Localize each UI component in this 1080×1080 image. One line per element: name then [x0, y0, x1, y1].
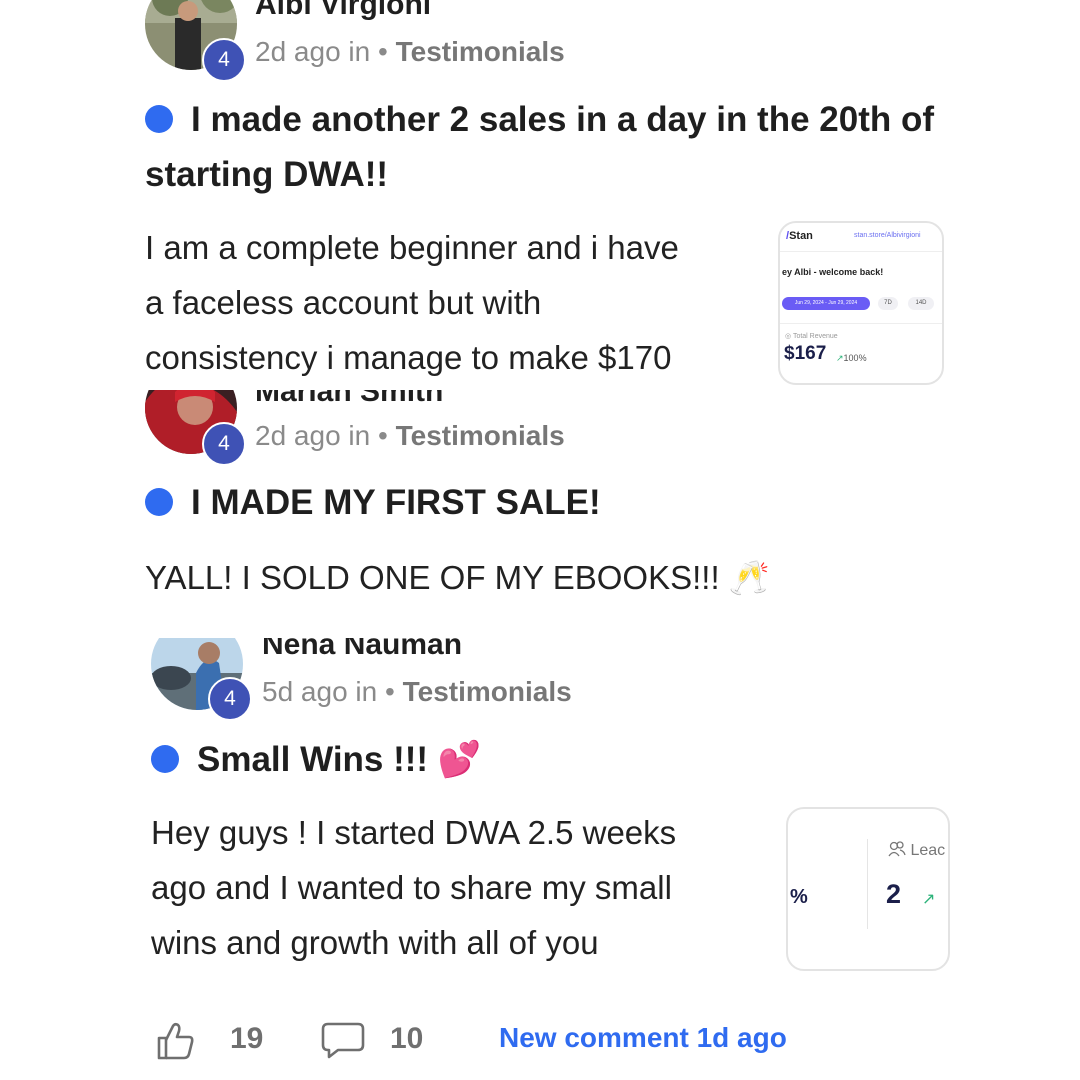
trend-up-icon: ↗ [922, 891, 936, 908]
welcome-text: ey Albi - welcome back! [782, 267, 884, 277]
meta-separator: • [378, 420, 388, 451]
post-time: 2d ago in [255, 36, 371, 67]
category-link[interactable]: Testimonials [396, 36, 565, 67]
level-badge: 4 [208, 677, 252, 721]
leads-value: 2 [886, 879, 902, 909]
post-meta: 2d ago in • Testimonials [255, 420, 565, 452]
author-name[interactable]: Nena Nauman [262, 638, 462, 662]
store-url: stan.store/Albivirgioni [854, 232, 921, 239]
unread-dot-icon [151, 744, 179, 773]
range-chip-14d: 14D [908, 297, 934, 310]
leads-label: Leac [888, 841, 945, 860]
post-card-1[interactable]: Albi Virgioni 4 2d ago in • Testimonials… [0, 0, 1080, 385]
revenue-label: ◎ Total Revenue [785, 333, 838, 340]
revenue-value: $167 [784, 343, 827, 364]
meta-separator: • [378, 36, 388, 67]
author-name[interactable]: Albi Virgioni [255, 0, 431, 22]
post-body: I am a complete beginner and i have a fa… [145, 229, 679, 376]
post-title[interactable]: I MADE MY FIRST SALE! [145, 475, 1005, 530]
comment-icon [321, 1022, 365, 1059]
meta-separator: • [385, 676, 395, 707]
comment-count: 10 [390, 1022, 424, 1055]
post-body: Hey guys ! I started DWA 2.5 weeks ago a… [151, 814, 677, 961]
post-title[interactable]: Small Wins !!! 💕 [151, 732, 1011, 787]
category-link[interactable]: Testimonials [403, 676, 572, 707]
post-actions-bar: 19 10 New comment 1d ago [0, 1010, 1080, 1070]
unread-dot-icon [145, 487, 173, 516]
post-meta: 5d ago in • Testimonials [262, 676, 572, 708]
author-name[interactable]: Mariah Smith [255, 390, 443, 409]
unread-dot-icon [145, 104, 173, 133]
thumbs-up-icon [157, 1022, 194, 1060]
post-image-thumbnail[interactable]: /Stan stan.store/Albivirgioni ey Albi - … [778, 221, 944, 385]
stan-logo-text: /Stan [786, 230, 813, 242]
post-image-thumbnail[interactable]: % Leac 2 ↗ [786, 807, 950, 971]
new-comment-link[interactable]: New comment 1d ago [499, 1022, 787, 1054]
range-chip-7d: 7D [878, 297, 898, 310]
post-body: YALL! I SOLD ONE OF MY EBOOKS!!! 🥂 [145, 559, 770, 596]
date-range-pill: Jun 29, 2024 - Jun 29, 2024 [782, 297, 870, 310]
post-card-3[interactable]: Nena Nauman 4 5d ago in • Testimonials S… [0, 638, 1080, 998]
comment-button[interactable] [320, 1020, 366, 1065]
level-badge: 4 [202, 38, 246, 82]
post-meta: 2d ago in • Testimonials [255, 36, 565, 68]
category-link[interactable]: Testimonials [396, 420, 565, 451]
level-badge: 4 [202, 422, 246, 466]
percent-text: % [790, 886, 808, 908]
post-card-2[interactable]: Mariah Smith 4 2d ago in • Testimonials … [0, 390, 1080, 620]
like-button[interactable] [155, 1020, 197, 1067]
revenue-change: ↗100% [836, 353, 867, 363]
users-icon [888, 841, 910, 859]
post-time: 5d ago in [262, 676, 378, 707]
like-count: 19 [230, 1022, 264, 1055]
post-time: 2d ago in [255, 420, 371, 451]
post-title[interactable]: I made another 2 sales in a day in the 2… [145, 92, 1005, 202]
